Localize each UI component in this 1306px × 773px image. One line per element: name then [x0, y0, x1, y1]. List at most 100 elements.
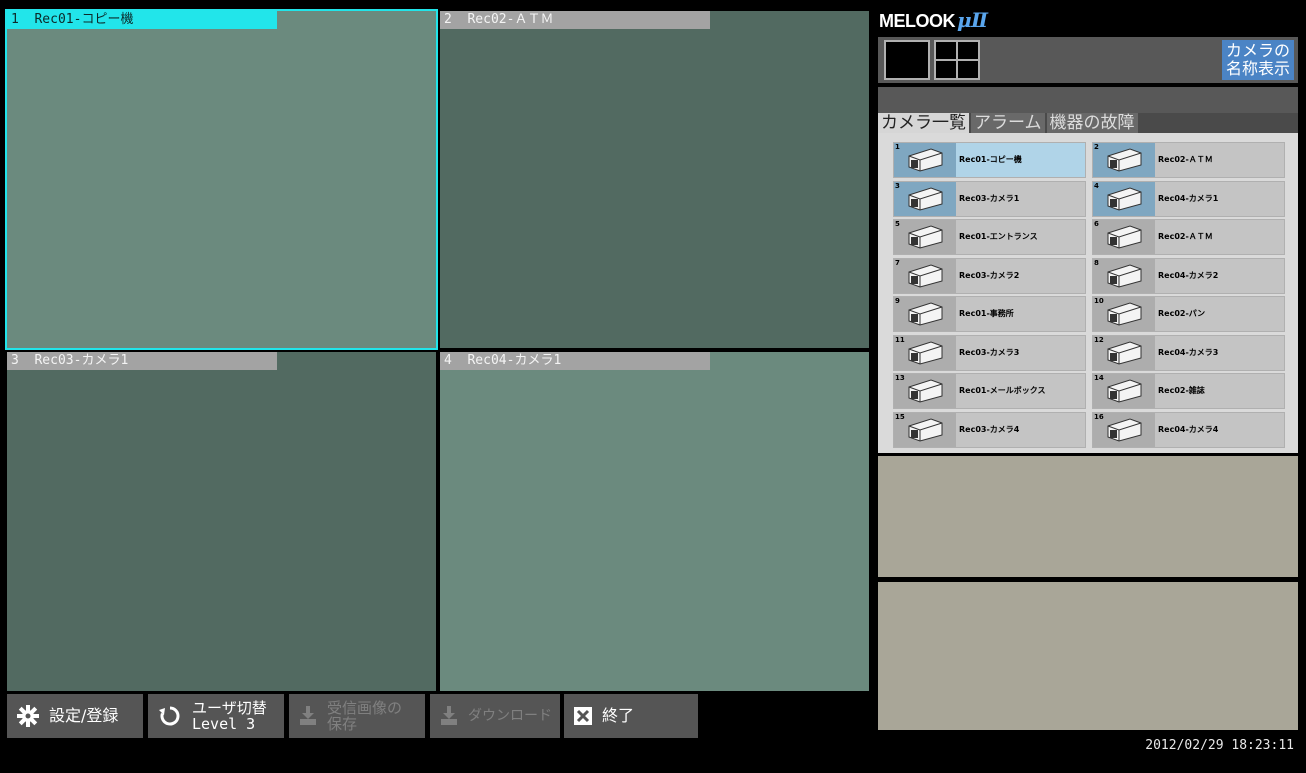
- info-panel-lower: [878, 582, 1298, 730]
- app-logo: MELOOK μⅡ: [879, 8, 988, 36]
- camera-number: 14: [1094, 374, 1104, 382]
- save-label-line1: 受信画像の: [327, 699, 403, 717]
- camera-list: 1 Rec01-コピー機 2 Rec02-ＡＴＭ 3 Rec03-カメラ1 4 Rec04-カ…: [878, 133, 1298, 453]
- camera-number: 16: [1094, 412, 1104, 421]
- camera-number: 5: [895, 220, 900, 228]
- datetime-display: 2012/02/29 18:23:11: [1145, 738, 1294, 753]
- camera-list-item[interactable]: 14 Rec02-雑誌: [1092, 373, 1285, 409]
- video-view-3[interactable]: 3 Rec03-カメラ1: [5, 350, 438, 693]
- camera-list-item[interactable]: 11 Rec03-カメラ3: [893, 334, 1086, 371]
- download-tray-icon: [299, 706, 317, 726]
- panel-spacer: [878, 87, 1298, 113]
- tab-camera-list[interactable]: カメラ一覧: [878, 113, 969, 133]
- camera-name: Rec02-ＡＴＭ: [1158, 155, 1213, 164]
- camera-name: Rec04-カメラ4: [1158, 424, 1219, 434]
- camera-name: Rec01-コピー機: [959, 155, 1022, 164]
- camera-name: Rec01-メールボックス: [959, 386, 1046, 395]
- download-button[interactable]: ダウンロード: [430, 694, 560, 738]
- camera-number: 12: [1094, 335, 1104, 344]
- layout-toolbar: カメラの 名称表示: [878, 37, 1298, 83]
- camera-name: Rec01-エントランス: [959, 232, 1038, 241]
- camera-list-item[interactable]: 13 Rec01-メールボックス: [893, 373, 1086, 409]
- exit-label: 終了: [602, 706, 635, 725]
- info-panel-upper: [878, 456, 1298, 577]
- camera-list-item[interactable]: 7 Rec03-カメラ2: [893, 257, 1086, 294]
- camera-name: Rec03-カメラ2: [959, 270, 1020, 280]
- camera-icon: [894, 297, 956, 331]
- camera-list-item[interactable]: 2 Rec02-ＡＴＭ: [1092, 142, 1285, 178]
- logo-text: MELOOK: [879, 11, 956, 31]
- camera-icon: [1093, 220, 1155, 254]
- tab-alarm[interactable]: アラーム: [971, 113, 1045, 133]
- download-label: ダウンロード: [468, 708, 552, 724]
- camera-icon: [1093, 143, 1155, 177]
- camera-number: 6: [1094, 220, 1099, 228]
- camera-icon: [1093, 181, 1155, 216]
- video-view-2[interactable]: 2 Rec02-ＡＴＭ: [438, 9, 871, 350]
- video-view-1[interactable]: 1 Rec01-コピー機: [5, 9, 438, 350]
- camera-list-item[interactable]: 10 Rec02-パン: [1092, 296, 1285, 332]
- camera-list-item[interactable]: 15 Rec03-カメラ4: [893, 411, 1086, 448]
- camera-number: 2: [1094, 143, 1099, 151]
- camera-number: 10: [1094, 297, 1104, 305]
- refresh-icon: [158, 704, 182, 728]
- camera-list-item[interactable]: 8 Rec04-カメラ2: [1092, 257, 1285, 294]
- settings-label: 設定/登録: [49, 706, 119, 725]
- download-tray-icon: [440, 706, 458, 726]
- exit-button[interactable]: 終了: [564, 694, 698, 738]
- camera-icon: [894, 220, 956, 254]
- camera-list-item[interactable]: 3 Rec03-カメラ1: [893, 180, 1086, 217]
- video-view-caption: 3 Rec03-カメラ1: [7, 352, 277, 370]
- camera-number: 1: [895, 143, 900, 151]
- user-switch-button[interactable]: ユーザ切替 Level 3: [148, 694, 284, 738]
- camera-number: 13: [895, 374, 905, 382]
- camera-number: 8: [1094, 258, 1099, 267]
- tab-device-failure[interactable]: 機器の故障: [1046, 113, 1138, 133]
- camera-name: Rec03-カメラ4: [959, 424, 1020, 434]
- camera-number: 15: [895, 412, 905, 421]
- camera-name-display-button[interactable]: カメラの 名称表示: [1222, 40, 1294, 80]
- camera-name: Rec04-カメラ3: [1158, 347, 1219, 357]
- camera-icon: [894, 143, 956, 177]
- logo-mu: μⅡ: [957, 8, 988, 32]
- name-display-line1: カメラの: [1225, 41, 1290, 60]
- save-received-image-button[interactable]: 受信画像の 保存: [289, 694, 425, 738]
- camera-name: Rec01-事務所: [959, 309, 1014, 318]
- camera-name: Rec02-ＡＴＭ: [1158, 232, 1213, 241]
- camera-name: Rec04-カメラ1: [1158, 193, 1219, 203]
- user-switch-text: ユーザ切替: [192, 699, 267, 717]
- video-view-4[interactable]: 4 Rec04-カメラ1: [438, 350, 871, 693]
- camera-list-item[interactable]: 12 Rec04-カメラ3: [1092, 334, 1285, 371]
- user-level-text: Level 3: [192, 715, 256, 733]
- close-box-icon: [574, 707, 592, 725]
- camera-number: 7: [895, 258, 900, 267]
- camera-icon: [894, 181, 956, 216]
- save-label-line2: 保存: [327, 715, 358, 733]
- video-view-caption: 2 Rec02-ＡＴＭ: [440, 11, 710, 29]
- video-view-caption: 1 Rec01-コピー機: [7, 11, 277, 29]
- video-view-caption: 4 Rec04-カメラ1: [440, 352, 710, 370]
- panel-tabs: カメラ一覧 アラーム 機器の故障: [878, 113, 1298, 133]
- camera-list-item[interactable]: 6 Rec02-ＡＴＭ: [1092, 219, 1285, 255]
- camera-list-item[interactable]: 16 Rec04-カメラ4: [1092, 411, 1285, 448]
- camera-icon: [894, 258, 956, 293]
- camera-name: Rec03-カメラ3: [959, 347, 1020, 357]
- single-view-layout-button[interactable]: [884, 40, 930, 80]
- camera-number: 11: [895, 335, 905, 344]
- camera-name: Rec03-カメラ1: [959, 193, 1020, 203]
- camera-number: 4: [1094, 181, 1099, 190]
- settings-button[interactable]: 設定/登録: [7, 694, 143, 738]
- camera-name: Rec02-雑誌: [1158, 386, 1205, 395]
- gear-icon: [17, 705, 39, 727]
- camera-list-item[interactable]: 4 Rec04-カメラ1: [1092, 180, 1285, 217]
- camera-list-item[interactable]: 5 Rec01-エントランス: [893, 219, 1086, 255]
- camera-name: Rec04-カメラ2: [1158, 270, 1219, 280]
- camera-icon: [1093, 258, 1155, 293]
- save-received-image-label: 受信画像の 保存: [327, 700, 402, 732]
- camera-number: 3: [895, 181, 900, 190]
- camera-number: 9: [895, 297, 900, 305]
- name-display-line2: 名称表示: [1225, 59, 1290, 78]
- quad-view-layout-button[interactable]: [934, 40, 980, 80]
- camera-list-item[interactable]: 1 Rec01-コピー機: [893, 142, 1086, 178]
- camera-list-item[interactable]: 9 Rec01-事務所: [893, 296, 1086, 332]
